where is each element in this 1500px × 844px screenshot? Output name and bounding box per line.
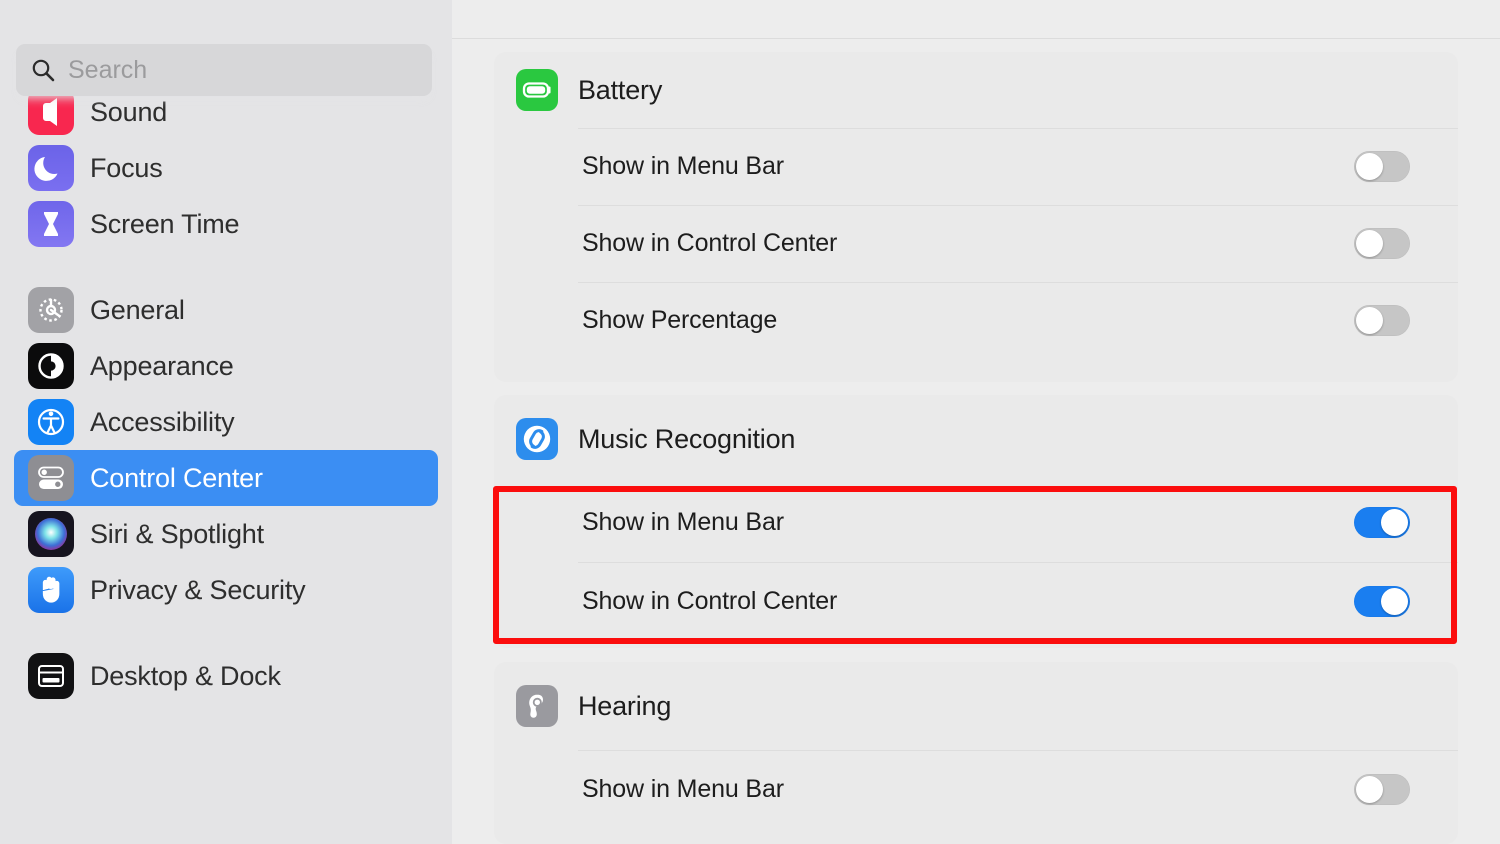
section-title: Hearing [578, 690, 672, 721]
section-card-hearing: Hearing Show in Menu Bar [494, 662, 1458, 844]
sidebar-item-appearance[interactable]: Appearance [14, 338, 438, 394]
toggle-hearing-show-in-menu-bar[interactable] [1354, 774, 1410, 805]
sidebar-nav-list: Sound Focus Screen Time General Appearan… [0, 0, 452, 704]
control-center-icon [28, 455, 74, 501]
setting-row-battery-menu-bar[interactable]: Show in Menu Bar [494, 128, 1458, 205]
privacy-hand-icon [28, 567, 74, 613]
toggle-battery-show-percentage[interactable] [1354, 305, 1410, 336]
content-panel: Battery Show in Menu Bar Show in Control… [452, 0, 1500, 844]
section-title: Music Recognition [578, 423, 796, 454]
section-header-hearing: Hearing [494, 662, 1458, 750]
sidebar-item-desktop-dock[interactable]: Desktop & Dock [14, 648, 438, 704]
accessibility-icon [28, 399, 74, 445]
hearing-ear-icon [516, 685, 558, 727]
sidebar-item-label: Focus [90, 152, 163, 183]
sidebar-item-label: Control Center [90, 462, 263, 493]
setting-row-battery-percentage[interactable]: Show Percentage [494, 282, 1458, 359]
section-header-music-recognition: Music Recognition [494, 395, 1458, 483]
search-input[interactable] [68, 55, 418, 85]
toggle-music-recognition-show-in-control-center[interactable] [1354, 586, 1410, 617]
sidebar: Sound Focus Screen Time General Appearan… [0, 0, 452, 844]
settings-scroll-area[interactable]: Battery Show in Menu Bar Show in Control… [452, 0, 1500, 844]
setting-row-hearing-menu-bar[interactable]: Show in Menu Bar [494, 750, 1458, 829]
toggle-music-recognition-show-in-menu-bar[interactable] [1354, 507, 1410, 538]
battery-icon [516, 69, 558, 111]
search-field[interactable] [16, 44, 432, 96]
row-separator [578, 750, 1458, 751]
sidebar-item-label: Screen Time [90, 208, 240, 239]
sidebar-item-general[interactable]: General [14, 282, 438, 338]
sidebar-item-label: Siri & Spotlight [90, 518, 264, 549]
sidebar-item-label: Accessibility [90, 406, 235, 437]
appearance-icon [28, 343, 74, 389]
setting-label: Show in Menu Bar [582, 775, 784, 803]
section-title: Battery [578, 74, 663, 105]
setting-label: Show Percentage [582, 306, 778, 334]
sidebar-item-siri-spotlight[interactable]: Siri & Spotlight [14, 506, 438, 562]
toggle-battery-show-in-menu-bar[interactable] [1354, 151, 1410, 182]
sidebar-item-label: Desktop & Dock [90, 660, 281, 691]
setting-label: Show in Menu Bar [582, 508, 784, 536]
sidebar-item-label: Sound [90, 96, 168, 127]
screen-time-icon [28, 201, 74, 247]
section-card-battery: Battery Show in Menu Bar Show in Control… [494, 52, 1458, 382]
desktop-dock-icon [28, 653, 74, 699]
setting-row-music-control-center[interactable]: Show in Control Center [494, 562, 1458, 641]
setting-label: Show in Menu Bar [582, 152, 784, 180]
system-settings-window: Sound Focus Screen Time General Appearan… [0, 0, 1500, 844]
section-header-battery: Battery [494, 52, 1458, 128]
sidebar-item-label: General [90, 294, 185, 325]
sidebar-item-accessibility[interactable]: Accessibility [14, 394, 438, 450]
setting-label: Show in Control Center [582, 587, 838, 615]
siri-icon [28, 511, 74, 557]
row-separator [578, 205, 1458, 206]
row-separator [578, 562, 1458, 563]
sidebar-item-privacy-security[interactable]: Privacy & Security [14, 562, 438, 618]
sidebar-item-label: Appearance [90, 350, 234, 381]
toggle-battery-show-in-control-center[interactable] [1354, 228, 1410, 259]
sidebar-item-focus[interactable]: Focus [14, 140, 438, 196]
sidebar-group-divider [0, 252, 452, 282]
setting-label: Show in Control Center [582, 229, 838, 257]
section-card-music-recognition: Music Recognition Show in Menu Bar Show … [494, 395, 1458, 648]
general-gear-icon [28, 287, 74, 333]
sidebar-item-label: Privacy & Security [90, 574, 306, 605]
search-icon [30, 57, 56, 83]
focus-icon [28, 145, 74, 191]
sidebar-item-screen-time[interactable]: Screen Time [14, 196, 438, 252]
sidebar-item-control-center[interactable]: Control Center [14, 450, 438, 506]
shazam-icon [516, 418, 558, 460]
setting-row-music-menu-bar[interactable]: Show in Menu Bar [494, 483, 1458, 562]
sidebar-group-divider-2 [0, 618, 452, 648]
setting-row-battery-control-center[interactable]: Show in Control Center [494, 205, 1458, 282]
row-separator [578, 128, 1458, 129]
row-separator [578, 282, 1458, 283]
